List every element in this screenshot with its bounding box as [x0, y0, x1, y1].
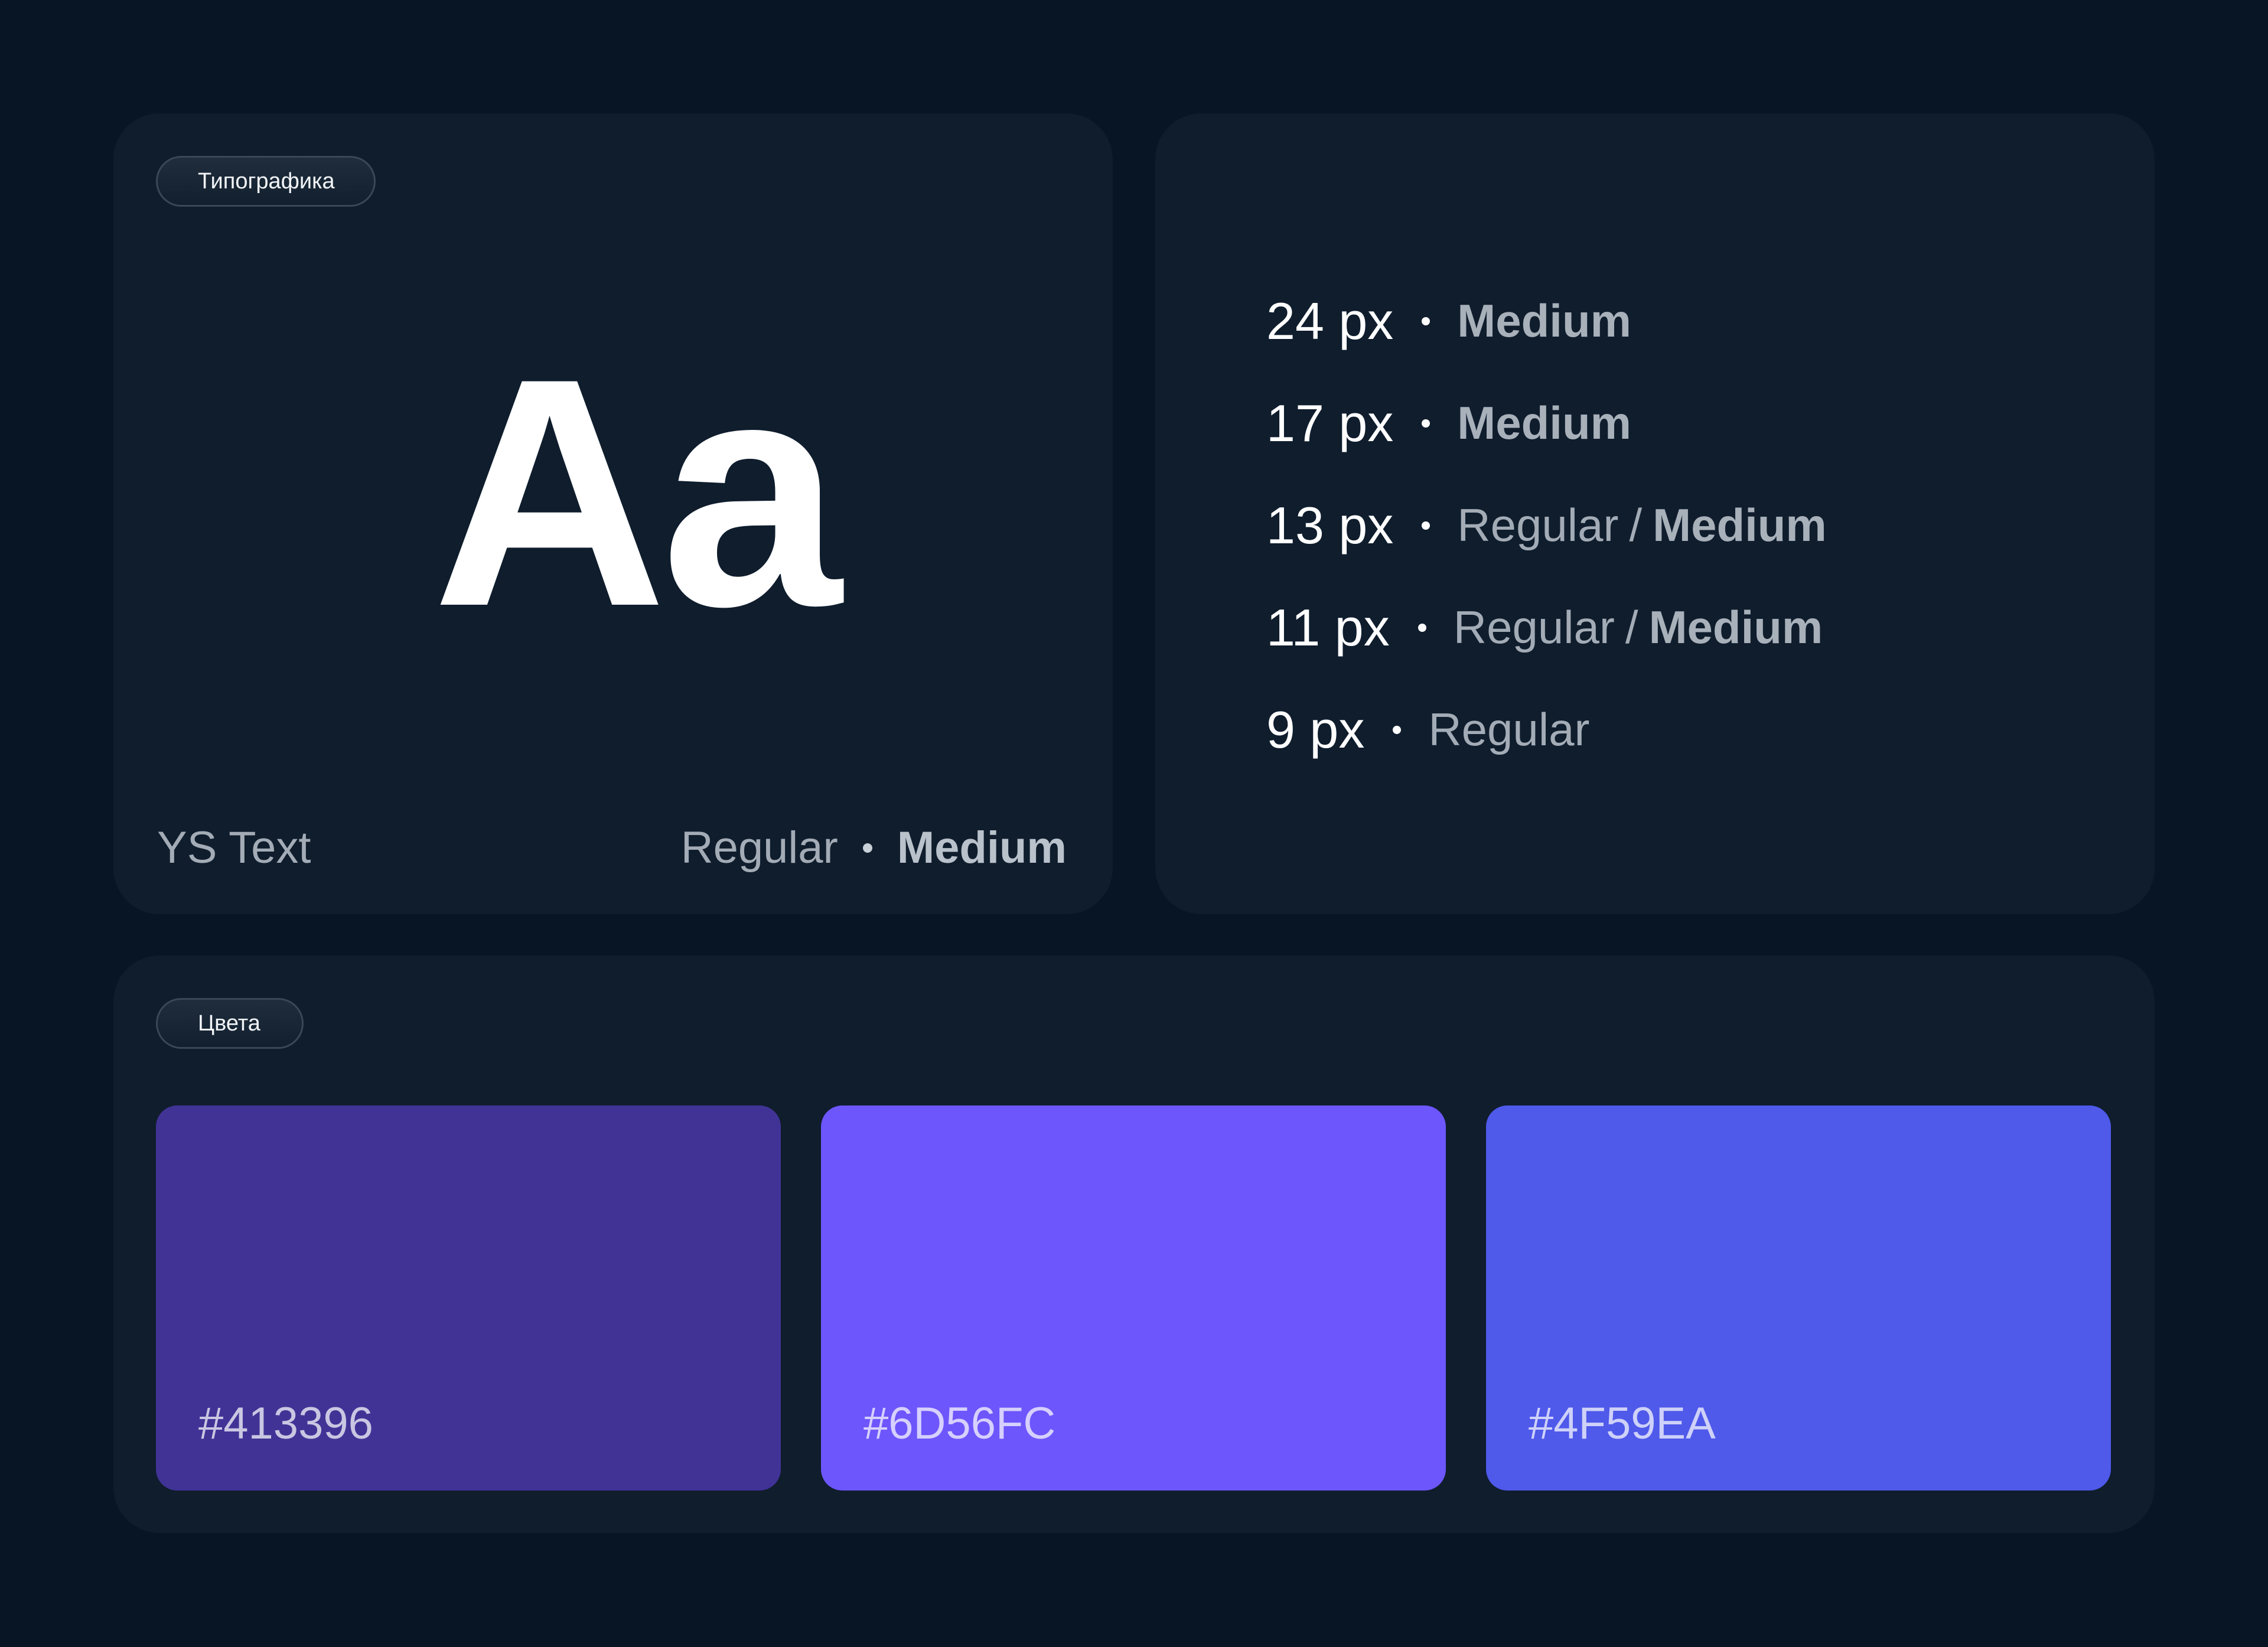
design-system-page: Типографика Aa YS Text Regular Medium 24… [0, 0, 2268, 1647]
size-weight-regular: Regular [1428, 703, 1590, 755]
size-weight-regular: Regular [1453, 601, 1615, 653]
font-size-list: 24 px Medium 17 px Medium 13 px Regular … [1266, 270, 2034, 781]
size-value: 17 px [1266, 393, 1394, 452]
font-weights: Regular Medium [681, 822, 1067, 873]
bullet-separator [1418, 623, 1426, 632]
color-swatches: #413396 #6D56FC #4F59EA [156, 1105, 2112, 1491]
size-weight-medium: Medium [1457, 295, 1631, 347]
size-row-17: 17 px Medium [1266, 372, 2034, 474]
bullet-separator [862, 843, 872, 853]
color-swatch: #6D56FC [821, 1105, 1446, 1491]
size-value: 24 px [1266, 291, 1394, 350]
font-name: YS Text [157, 823, 311, 873]
bullet-separator [1422, 419, 1430, 428]
color-code: #4F59EA [1529, 1398, 1716, 1449]
typography-pill-label: Типографика [198, 168, 335, 194]
slash-separator: / [1625, 601, 1638, 653]
size-value: 9 px [1266, 700, 1365, 759]
size-row-13: 13 px Regular / Medium [1266, 474, 2034, 576]
font-specimen: Aa [432, 311, 842, 674]
size-weight-regular: Regular [1457, 499, 1619, 551]
bullet-separator [1422, 317, 1430, 325]
slash-separator: / [1629, 499, 1643, 551]
size-row-11: 11 px Regular / Medium [1266, 576, 2034, 679]
weight-regular: Regular [680, 823, 838, 873]
colors-pill: Цвета [156, 998, 304, 1049]
color-swatch: #4F59EA [1486, 1105, 2111, 1491]
font-sizes-card: 24 px Medium 17 px Medium 13 px Regular … [1155, 113, 2155, 914]
size-row-24: 24 px Medium [1266, 270, 2034, 372]
color-swatch: #413396 [156, 1105, 781, 1491]
colors-pill-label: Цвета [198, 1010, 260, 1036]
size-value: 11 px [1266, 598, 1390, 657]
size-value: 13 px [1266, 495, 1394, 555]
bullet-separator [1422, 521, 1430, 530]
weight-medium: Medium [897, 823, 1067, 873]
colors-card: Цвета #413396 #6D56FC #4F59EA [113, 955, 2155, 1533]
size-weight-medium: Medium [1457, 397, 1631, 449]
size-weight-medium: Medium [1653, 499, 1827, 551]
color-code: #6D56FC [863, 1398, 1056, 1449]
typography-pill: Типографика [156, 156, 376, 207]
color-code: #413396 [198, 1398, 373, 1449]
size-row-9: 9 px Regular [1266, 679, 2034, 781]
bullet-separator [1393, 725, 1402, 734]
typography-card: Типографика Aa YS Text Regular Medium [113, 113, 1113, 914]
size-weight-medium: Medium [1648, 601, 1823, 653]
